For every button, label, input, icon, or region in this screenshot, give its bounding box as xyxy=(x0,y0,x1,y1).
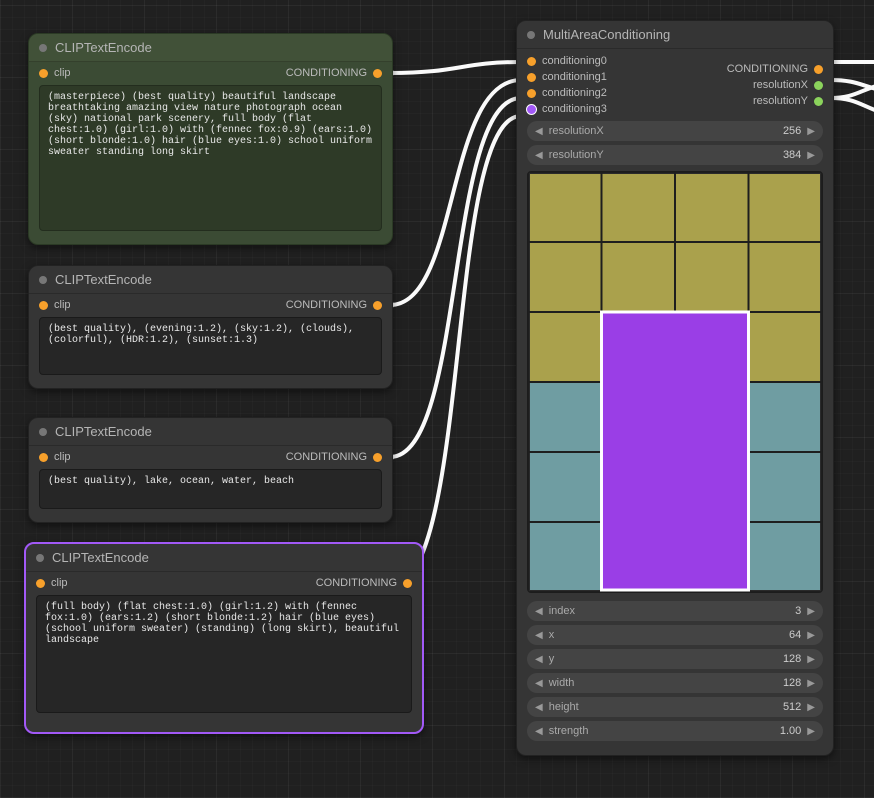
output-port-resolutiony[interactable]: resolutionY xyxy=(727,95,823,107)
input-port-clip[interactable]: clip xyxy=(39,67,71,79)
chevron-left-icon[interactable]: ◀ xyxy=(533,726,545,737)
chevron-right-icon[interactable]: ▶ xyxy=(805,702,817,713)
chevron-right-icon[interactable]: ▶ xyxy=(805,726,817,737)
chevron-right-icon[interactable]: ▶ xyxy=(805,606,817,617)
input-port-conditioning1[interactable]: conditioning1 xyxy=(527,71,607,83)
collapse-dot-icon[interactable] xyxy=(39,276,47,284)
collapse-dot-icon[interactable] xyxy=(39,428,47,436)
node-title: CLIPTextEncode xyxy=(55,272,152,287)
input-port-clip[interactable]: clip xyxy=(36,577,68,589)
chevron-left-icon[interactable]: ◀ xyxy=(533,702,545,713)
chevron-left-icon[interactable]: ◀ xyxy=(533,678,545,689)
chevron-left-icon[interactable]: ◀ xyxy=(533,126,545,137)
node-clip-text-encode-0[interactable]: CLIPTextEncode clip CONDITIONING (master… xyxy=(28,33,393,245)
prompt-textarea[interactable]: (best quality), (evening:1.2), (sky:1.2)… xyxy=(39,317,382,375)
node-title: CLIPTextEncode xyxy=(55,40,152,55)
input-port-conditioning3[interactable]: conditioning3 xyxy=(527,103,607,115)
chevron-right-icon[interactable]: ▶ xyxy=(805,678,817,689)
output-port-conditioning[interactable]: CONDITIONING xyxy=(316,577,412,589)
area-canvas[interactable] xyxy=(527,171,823,593)
output-port-conditioning[interactable]: CONDITIONING xyxy=(286,299,382,311)
input-port-conditioning0[interactable]: conditioning0 xyxy=(527,55,607,67)
widget-y[interactable]: ◀ y 128 ▶ xyxy=(527,649,823,669)
output-port-conditioning[interactable]: CONDITIONING xyxy=(286,67,382,79)
chevron-left-icon[interactable]: ◀ xyxy=(533,630,545,641)
collapse-dot-icon[interactable] xyxy=(527,31,535,39)
widget-height[interactable]: ◀ height 512 ▶ xyxy=(527,697,823,717)
node-clip-text-encode-2[interactable]: CLIPTextEncode clip CONDITIONING (best q… xyxy=(28,417,393,523)
chevron-left-icon[interactable]: ◀ xyxy=(533,150,545,161)
node-multi-area-conditioning[interactable]: MultiAreaConditioning conditioning0 cond… xyxy=(516,20,834,756)
prompt-textarea[interactable]: (full body) (flat chest:1.0) (girl:1.2) … xyxy=(36,595,412,713)
widget-index[interactable]: ◀ index 3 ▶ xyxy=(527,601,823,621)
widget-x[interactable]: ◀ x 64 ▶ xyxy=(527,625,823,645)
widget-strength[interactable]: ◀ strength 1.00 ▶ xyxy=(527,721,823,741)
chevron-right-icon[interactable]: ▶ xyxy=(805,150,817,161)
prompt-textarea[interactable]: (best quality), lake, ocean, water, beac… xyxy=(39,469,382,509)
chevron-left-icon[interactable]: ◀ xyxy=(533,606,545,617)
node-header[interactable]: MultiAreaConditioning xyxy=(517,21,833,49)
collapse-dot-icon[interactable] xyxy=(36,554,44,562)
node-clip-text-encode-1[interactable]: CLIPTextEncode clip CONDITIONING (best q… xyxy=(28,265,393,389)
widget-resolutiony[interactable]: ◀ resolutionY 384 ▶ xyxy=(527,145,823,165)
input-port-conditioning2[interactable]: conditioning2 xyxy=(527,87,607,99)
widget-resolutionx[interactable]: ◀ resolutionX 256 ▶ xyxy=(527,121,823,141)
chevron-left-icon[interactable]: ◀ xyxy=(533,654,545,665)
input-port-clip[interactable]: clip xyxy=(39,451,71,463)
prompt-textarea[interactable]: (masterpiece) (best quality) beautiful l… xyxy=(39,85,382,231)
chevron-right-icon[interactable]: ▶ xyxy=(805,654,817,665)
collapse-dot-icon[interactable] xyxy=(39,44,47,52)
output-port-conditioning[interactable]: CONDITIONING xyxy=(286,451,382,463)
node-header[interactable]: CLIPTextEncode xyxy=(29,266,392,294)
chevron-right-icon[interactable]: ▶ xyxy=(805,126,817,137)
chevron-right-icon[interactable]: ▶ xyxy=(805,630,817,641)
node-title: MultiAreaConditioning xyxy=(543,27,670,42)
widget-width[interactable]: ◀ width 128 ▶ xyxy=(527,673,823,693)
node-title: CLIPTextEncode xyxy=(55,424,152,439)
node-title: CLIPTextEncode xyxy=(52,550,149,565)
node-header[interactable]: CLIPTextEncode xyxy=(29,418,392,446)
node-header[interactable]: CLIPTextEncode xyxy=(29,34,392,62)
output-port-conditioning[interactable]: CONDITIONING xyxy=(727,63,823,75)
node-clip-text-encode-3[interactable]: CLIPTextEncode clip CONDITIONING (full b… xyxy=(24,542,424,734)
node-header[interactable]: CLIPTextEncode xyxy=(26,544,422,572)
input-port-clip[interactable]: clip xyxy=(39,299,71,311)
output-port-resolutionx[interactable]: resolutionX xyxy=(727,79,823,91)
